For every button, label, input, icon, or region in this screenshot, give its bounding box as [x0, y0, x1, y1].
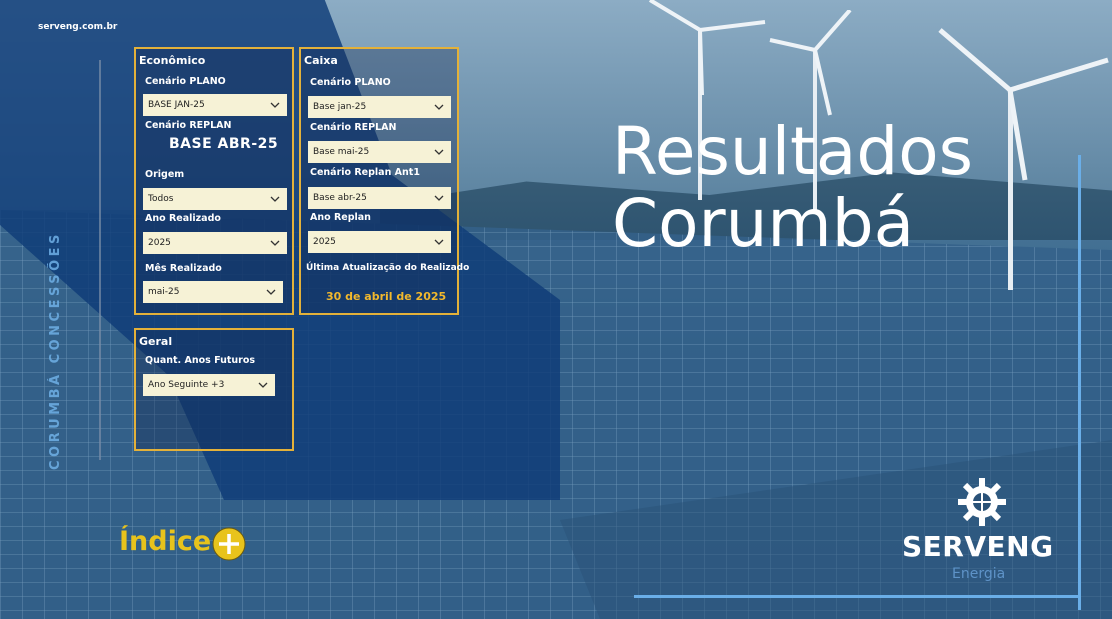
cenario-plano-label: Cenário PLANO [310, 77, 391, 88]
chevron-down-icon [270, 196, 280, 202]
ultima-atualizacao-label: Última Atualização do Realizado [306, 263, 470, 273]
vertical-divider [99, 60, 101, 460]
chevron-down-icon [270, 102, 280, 108]
cenario-plano-dropdown[interactable]: BASE JAN-25 [143, 94, 287, 116]
panel-title: Geral [139, 335, 173, 348]
dropdown-value: BASE JAN-25 [148, 100, 205, 110]
caixa-panel: Caixa Cenário PLANO Base jan-25 Cenário … [299, 47, 469, 315]
caixa-cenario-plano-dropdown[interactable]: Base jan-25 [308, 96, 451, 118]
gear-icon [958, 478, 1006, 526]
ano-realizado-dropdown[interactable]: 2025 [143, 232, 287, 254]
accent-vertical-bar [1078, 155, 1081, 610]
panel-title: Caixa [304, 54, 338, 67]
cenario-replan-label: Cenário REPLAN [145, 120, 232, 131]
quant-anos-dropdown[interactable]: Ano Seguinte +3 [143, 374, 275, 396]
dropdown-value: Ano Seguinte +3 [148, 380, 225, 390]
chevron-down-icon [434, 239, 444, 245]
logo-subtitle: Energia [952, 566, 1006, 582]
mes-realizado-dropdown[interactable]: mai-25 [143, 281, 283, 303]
dropdown-value: 2025 [148, 238, 171, 248]
geral-panel: Geral Quant. Anos Futuros Ano Seguinte +… [134, 328, 294, 451]
caixa-cenario-replan-dropdown[interactable]: Base mai-25 [308, 141, 451, 163]
panel-title: Econômico [139, 54, 206, 67]
plus-icon[interactable] [211, 526, 247, 562]
economico-panel: Econômico Cenário PLANO BASE JAN-25 Cená… [134, 47, 294, 315]
ultima-atualizacao-value: 30 de abril de 2025 [326, 290, 447, 303]
chevron-down-icon [434, 149, 444, 155]
chevron-down-icon [258, 382, 268, 388]
logo-name: SERVENG [902, 530, 1054, 563]
dropdown-value: Todos [148, 194, 174, 204]
chevron-down-icon [270, 240, 280, 246]
accent-horizontal-bar [634, 595, 1080, 598]
title-line-1: Resultados [612, 113, 974, 190]
cenario-replan-label: Cenário REPLAN [310, 122, 397, 133]
caixa-ano-replan-dropdown[interactable]: 2025 [308, 231, 451, 253]
ano-replan-label: Ano Replan [310, 212, 371, 223]
cenario-plano-label: Cenário PLANO [145, 76, 226, 87]
dropdown-value: mai-25 [148, 287, 180, 297]
page-title: Resultados Corumbá [612, 116, 973, 260]
title-line-2: Corumbá [612, 185, 915, 262]
ano-realizado-label: Ano Realizado [145, 213, 221, 224]
vertical-label: CORUMBÁ CONCESSÕES [48, 231, 63, 470]
mes-realizado-label: Mês Realizado [145, 263, 222, 274]
cenario-replan-value: BASE ABR-25 [169, 136, 279, 152]
brand-url: serveng.com.br [38, 22, 118, 32]
dropdown-value: Base abr-25 [313, 193, 367, 203]
caixa-cenario-replan-ant1-dropdown[interactable]: Base abr-25 [308, 187, 451, 209]
origem-dropdown[interactable]: Todos [143, 188, 287, 210]
dropdown-value: Base jan-25 [313, 102, 367, 112]
dropdown-value: 2025 [313, 237, 336, 247]
dropdown-value: Base mai-25 [313, 147, 370, 157]
chevron-down-icon [434, 104, 444, 110]
cenario-replan-ant1-label: Cenário Replan Ant1 [310, 167, 420, 178]
indice-button[interactable]: Índice [119, 526, 211, 557]
quant-anos-label: Quant. Anos Futuros [145, 355, 256, 366]
origem-label: Origem [145, 169, 185, 180]
chevron-down-icon [434, 195, 444, 201]
chevron-down-icon [266, 289, 276, 295]
